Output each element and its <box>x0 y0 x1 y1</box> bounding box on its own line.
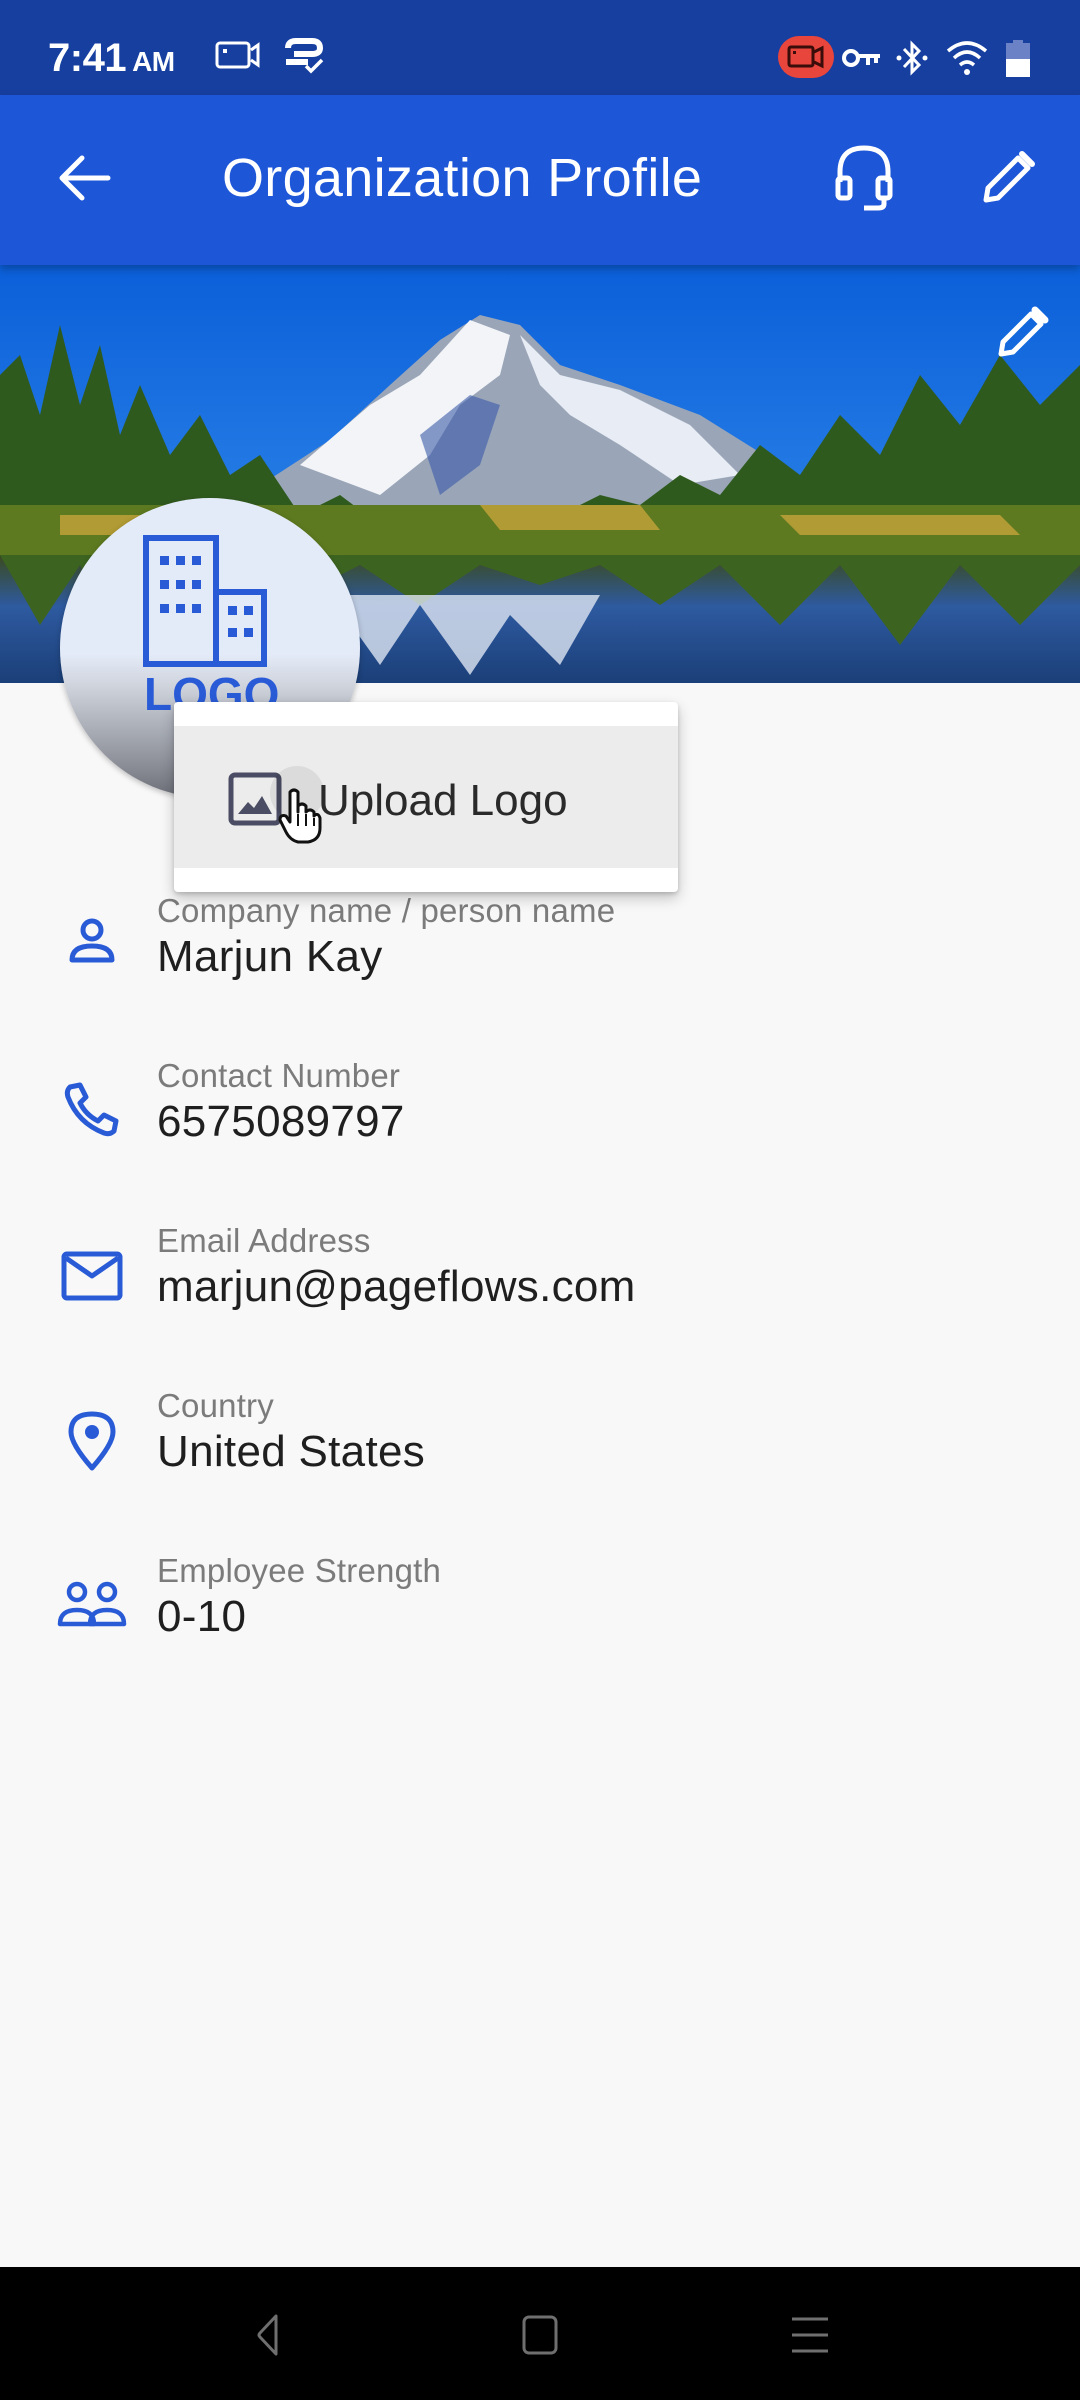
back-button[interactable] <box>44 140 124 220</box>
screen: 7:41 AM Organization Profile LOGO Upload… <box>0 0 1080 2400</box>
sync-check-icon <box>282 38 326 79</box>
pencil-icon <box>993 304 1051 362</box>
field-value: 6575089797 <box>157 1097 405 1146</box>
mail-icon <box>52 1236 132 1316</box>
upload-logo-menu-item[interactable]: Upload Logo <box>174 726 678 868</box>
field-email-address: Email Address marjun@pageflows.com <box>0 1222 1080 1372</box>
field-country: Country United States <box>0 1387 1080 1537</box>
field-label: Employee Strength <box>157 1552 442 1589</box>
system-nav-bar <box>0 2267 1080 2400</box>
vpn-key-icon <box>842 46 882 75</box>
pencil-icon <box>978 148 1038 213</box>
battery-icon <box>1005 40 1031 83</box>
phone-icon <box>52 1069 132 1149</box>
field-label: Company name / person name <box>157 892 616 929</box>
headset-icon <box>834 144 894 217</box>
edit-profile-button[interactable] <box>968 140 1048 220</box>
nav-back-button[interactable] <box>228 2307 308 2367</box>
building-icon: LOGO <box>143 535 279 714</box>
field-company-name: Company name / person name Marjun Kay <box>0 892 1080 1042</box>
screen-record-icon <box>215 40 261 75</box>
field-value: Marjun Kay <box>157 932 383 981</box>
back-nav-icon <box>256 2313 280 2362</box>
person-icon <box>52 902 132 982</box>
field-value: 0-10 <box>157 1592 247 1641</box>
field-value: United States <box>157 1427 426 1476</box>
status-time: 7:41 AM <box>48 36 175 81</box>
app-bar: Organization Profile <box>0 95 1080 265</box>
recents-nav-icon <box>790 2315 830 2360</box>
bluetooth-icon <box>895 38 929 83</box>
edit-cover-button[interactable] <box>982 293 1062 373</box>
hand-cursor-icon <box>278 788 322 849</box>
field-value: marjun@pageflows.com <box>157 1262 636 1311</box>
field-label: Country <box>157 1387 274 1424</box>
wifi-icon <box>945 38 989 83</box>
field-contact-number: Contact Number 6575089797 <box>0 1057 1080 1207</box>
arrow-left-icon <box>56 153 112 208</box>
status-time-value: 7:41 <box>48 36 127 80</box>
field-label: Contact Number <box>157 1057 401 1094</box>
nav-recents-button[interactable] <box>770 2307 850 2367</box>
page-title: Organization Profile <box>222 148 703 208</box>
logo-popup-menu: Upload Logo <box>174 702 678 892</box>
people-icon <box>52 1566 132 1646</box>
field-employee-strength: Employee Strength 0-10 <box>0 1552 1080 1702</box>
support-button[interactable] <box>824 140 904 220</box>
nav-home-button[interactable] <box>500 2307 580 2367</box>
location-pin-icon <box>52 1401 132 1481</box>
status-time-ampm: AM <box>132 46 175 77</box>
recording-active-icon <box>778 36 834 83</box>
status-bar: 7:41 AM <box>0 0 1080 95</box>
home-nav-icon <box>522 2315 558 2360</box>
upload-logo-label: Upload Logo <box>318 776 568 825</box>
field-label: Email Address <box>157 1222 371 1259</box>
